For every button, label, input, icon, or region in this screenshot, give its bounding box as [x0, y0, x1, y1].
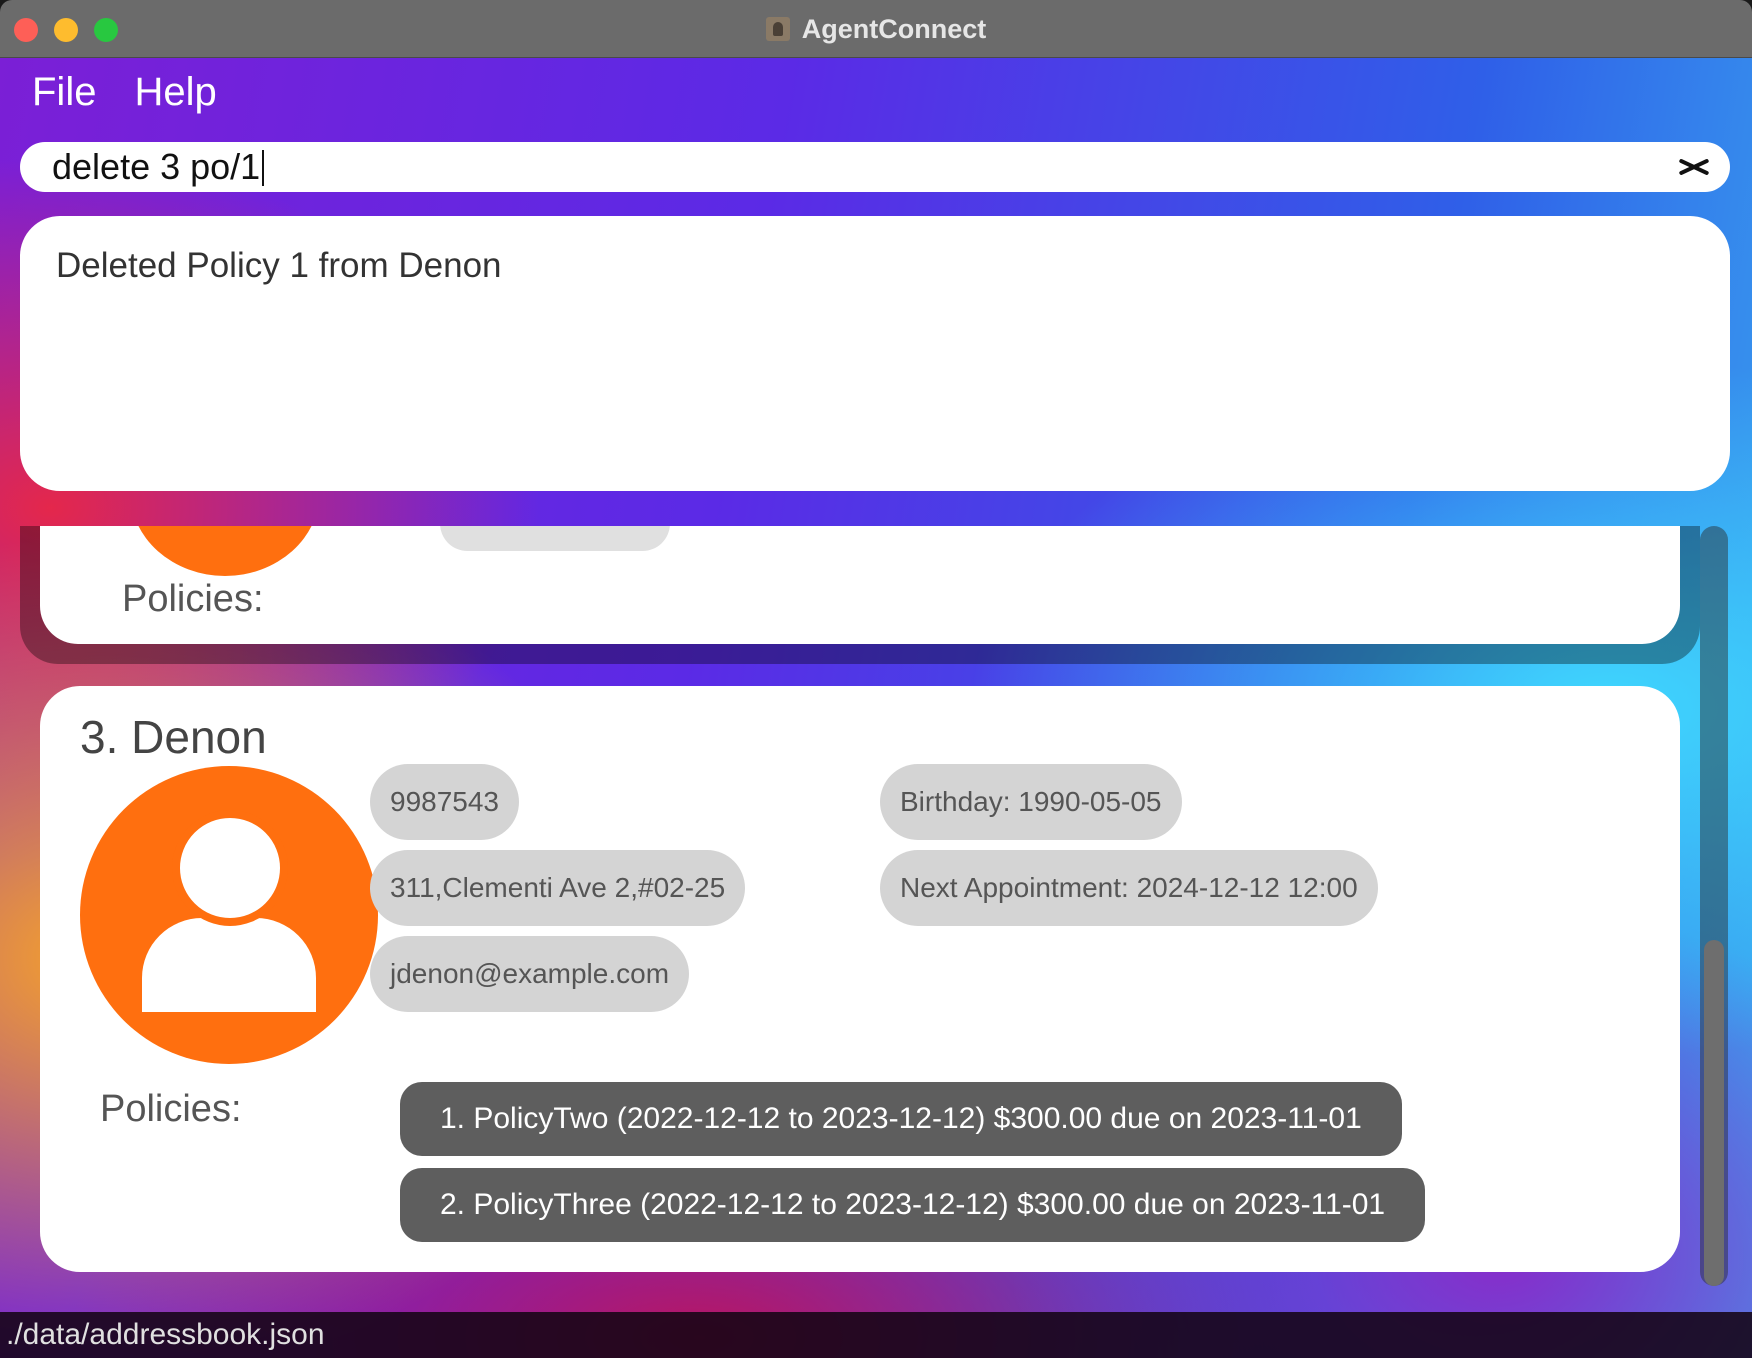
window-title: AgentConnect	[801, 13, 987, 44]
address-tag: 311,Clementi Ave 2,#02-25	[370, 850, 746, 926]
avatar-icon	[80, 766, 378, 1064]
policies-label: Policies:	[122, 578, 264, 620]
avatar-head	[172, 810, 288, 926]
avatar-icon	[130, 526, 320, 576]
policy-tag: 2. PolicyThree (2022-12-12 to 2023-12-12…	[400, 1168, 1426, 1242]
title-wrap: AgentConnect	[0, 0, 1752, 58]
menu-help[interactable]: Help	[134, 70, 216, 115]
appointment-tag: Next Appointment: 2024-12-12 12:00	[880, 850, 1378, 926]
avatar-body	[142, 918, 316, 1012]
text-caret	[262, 150, 265, 186]
command-box	[20, 142, 1730, 192]
save-location: ./data/addressbook.json	[6, 1318, 325, 1351]
app-icon	[765, 17, 790, 41]
person-card[interactable]: 3. Denon 9987543 311,Clementi Ave 2,#02-…	[40, 686, 1680, 1272]
birthday-tag: Birthday: 1990-05-05	[880, 764, 1182, 840]
clear-command-icon[interactable]	[1678, 153, 1708, 181]
title-bar: AgentConnect	[0, 0, 1752, 58]
person-list: Policies: 3. Denon 9987543 311,Clementi …	[20, 526, 1700, 1276]
result-message: Deleted Policy 1 from Denon	[56, 246, 502, 285]
status-bar: ./data/addressbook.json	[0, 1312, 1752, 1358]
field-tag	[440, 526, 670, 551]
menu-bar: File Help	[32, 70, 217, 115]
person-card-previous[interactable]: Policies:	[40, 526, 1680, 644]
app-window: AgentConnect File Help Deleted Policy 1 …	[0, 0, 1752, 1358]
scrollbar-thumb[interactable]	[1704, 940, 1724, 1286]
phone-tag: 9987543	[370, 764, 520, 840]
menu-file[interactable]: File	[32, 70, 96, 115]
command-input[interactable]	[52, 142, 1652, 192]
result-display: Deleted Policy 1 from Denon	[20, 216, 1730, 491]
person-name: 3. Denon	[80, 711, 267, 763]
policy-tag: 1. PolicyTwo (2022-12-12 to 2023-12-12) …	[400, 1082, 1402, 1156]
email-tag: jdenon@example.com	[370, 936, 690, 1012]
policies-label: Policies:	[100, 1088, 242, 1130]
